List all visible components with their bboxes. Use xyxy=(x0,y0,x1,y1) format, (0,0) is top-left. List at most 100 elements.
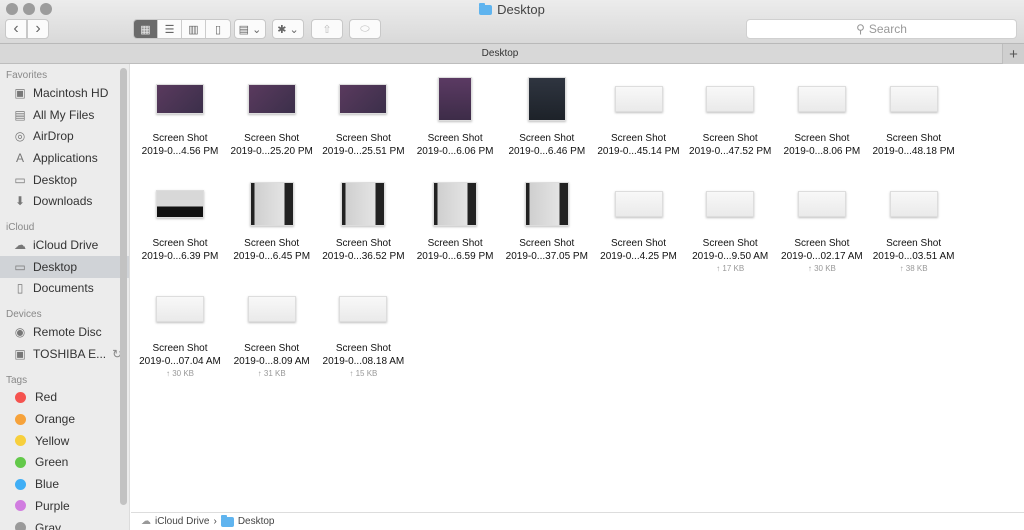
new-tab-button[interactable]: + xyxy=(1002,44,1024,64)
file-item[interactable]: Screen Shot 2019-0...6.06 PM xyxy=(409,70,501,158)
file-item[interactable]: Screen Shot 2019-0...8.09 AM ↑ 31 KB xyxy=(226,280,318,379)
file-thumbnail xyxy=(797,86,846,112)
sidebar-item-icloud-drive[interactable]: ☁ iCloud Drive xyxy=(0,234,129,256)
file-upload-size: ↑ 30 KB xyxy=(807,264,836,273)
file-item[interactable]: Screen Shot 2019-0...6.59 PM xyxy=(409,175,501,263)
forward-icon: › xyxy=(35,20,41,37)
sidebar: Favorites ▣ Macintosh HD ▤ All My Files ◎ Air… xyxy=(0,64,130,530)
sidebar-item-desktop[interactable]: ▭ Desktop xyxy=(0,169,129,191)
action-button[interactable]: ✱ ⌄ xyxy=(272,19,304,39)
tag-green[interactable]: Green xyxy=(0,452,129,474)
file-thumbnail xyxy=(341,182,386,226)
file-date: 2019-0...03.51 AM xyxy=(872,251,955,262)
tag-purple[interactable]: Purple xyxy=(0,495,129,517)
gear-icon: ✱ ⌄ xyxy=(277,23,299,36)
tag-orange[interactable]: Orange xyxy=(0,408,129,430)
sidebar-item-label: Documents xyxy=(33,281,94,296)
file-name: Screen Shot xyxy=(519,133,575,144)
file-item[interactable]: Screen Shot 2019-0...6.39 PM xyxy=(134,175,226,263)
file-item[interactable]: Screen Shot 2019-0...37.05 PM xyxy=(501,175,593,263)
file-thumbnail xyxy=(889,86,938,112)
path-item-icloud-drive[interactable]: iCloud Drive xyxy=(155,516,209,527)
tag-blue[interactable]: Blue xyxy=(0,473,129,495)
sidebar-item-label: Applications xyxy=(33,150,98,165)
file-item[interactable]: Screen Shot 2019-0...4.25 PM xyxy=(593,175,685,263)
documents-icon: ▯ xyxy=(16,281,24,296)
icon-view-button[interactable]: ▦ xyxy=(134,20,158,38)
file-item[interactable]: Screen Shot 2019-0...45.14 PM xyxy=(593,70,685,158)
tag-label: Red xyxy=(35,390,58,405)
file-date: 2019-0...6.45 PM xyxy=(233,251,311,262)
file-date: 2019-0...4.56 PM xyxy=(141,146,219,157)
desktop-icon: ▭ xyxy=(14,172,26,187)
file-name: Screen Shot xyxy=(427,133,483,144)
tab-desktop[interactable]: Desktop xyxy=(0,48,1000,59)
column-view-button[interactable]: ▥ xyxy=(182,20,206,38)
forward-button[interactable]: › xyxy=(27,19,49,39)
file-date: 2019-0...02.17 AM xyxy=(781,251,863,262)
search-input[interactable]: ⚲ Search xyxy=(746,19,1017,39)
file-thumbnail xyxy=(156,296,204,322)
file-name: Screen Shot xyxy=(335,133,391,144)
tag-gray[interactable]: Gray xyxy=(0,517,129,530)
sidebar-scrollbar[interactable] xyxy=(120,68,127,505)
sidebar-item-downloads[interactable]: ⬇ Downloads xyxy=(0,190,129,212)
file-name: Screen Shot xyxy=(244,343,300,354)
file-item[interactable]: Screen Shot 2019-0...03.51 AM ↑ 38 KB xyxy=(868,175,960,274)
file-date: 2019-0...6.06 PM xyxy=(416,146,494,157)
back-button[interactable]: ‹ xyxy=(5,19,27,39)
file-item[interactable]: Screen Shot 2019-0...47.52 PM xyxy=(684,70,776,158)
file-date: 2019-0...25.20 PM xyxy=(230,146,313,157)
file-upload-size: ↑ 15 KB xyxy=(349,369,378,378)
file-item[interactable]: Screen Shot 2019-0...07.04 AM ↑ 30 KB xyxy=(134,280,226,379)
arrange-icon: ▤ ⌄ xyxy=(238,23,262,36)
file-thumbnail xyxy=(433,182,478,226)
file-item[interactable]: Screen Shot 2019-0...02.17 AM ↑ 30 KB xyxy=(776,175,868,274)
share-button[interactable]: ⇧ xyxy=(311,19,343,39)
tag-color-dot xyxy=(15,413,26,425)
file-grid: Screen Shot 2019-0...4.56 PM Screen Shot 20… xyxy=(131,64,1024,512)
file-name: Screen Shot xyxy=(335,343,391,354)
file-item[interactable]: Screen Shot 2019-0...4.56 PM xyxy=(134,70,226,158)
sidebar-item-toshiba-e[interactable]: ▣ TOSHIBA E... ↻ xyxy=(0,343,129,365)
tag-button[interactable]: ⬭ xyxy=(349,19,381,39)
tag-yellow[interactable]: Yellow xyxy=(0,430,129,452)
file-item[interactable]: Screen Shot 2019-0...36.52 PM xyxy=(317,175,409,263)
sidebar-item-all-my-files[interactable]: ▤ All My Files xyxy=(0,104,129,126)
file-item[interactable]: Screen Shot 2019-0...6.46 PM xyxy=(501,70,593,158)
file-name: Screen Shot xyxy=(519,238,575,249)
sidebar-item-applications[interactable]: A Applications xyxy=(0,147,129,169)
file-item[interactable]: Screen Shot 2019-0...6.45 PM xyxy=(226,175,318,263)
tag-label: Yellow xyxy=(35,433,70,448)
file-item[interactable]: Screen Shot 2019-0...8.06 PM xyxy=(776,70,868,158)
file-date: 2019-0...07.04 AM xyxy=(139,356,221,367)
search-placeholder: Search xyxy=(868,22,907,36)
sidebar-item-label: AirDrop xyxy=(33,129,74,144)
tag-red[interactable]: Red xyxy=(0,387,129,409)
file-item[interactable]: Screen Shot 2019-0...25.51 PM xyxy=(317,70,409,158)
sidebar-item-desktop[interactable]: ▭ Desktop xyxy=(0,255,129,278)
back-icon: ‹ xyxy=(13,20,19,37)
file-thumbnail xyxy=(706,86,755,112)
file-thumbnail xyxy=(339,84,388,114)
file-thumbnail xyxy=(614,86,663,112)
file-name: Screen Shot xyxy=(794,238,850,249)
file-name: Screen Shot xyxy=(152,238,208,249)
file-date: 2019-0...47.52 PM xyxy=(689,146,772,157)
sidebar-item-macintosh-hd[interactable]: ▣ Macintosh HD xyxy=(0,82,129,104)
file-item[interactable]: Screen Shot 2019-0...08.18 AM ↑ 15 KB xyxy=(317,280,409,379)
file-upload-size: ↑ 30 KB xyxy=(165,369,194,378)
list-view-button[interactable]: ☰ xyxy=(158,20,182,38)
sidebar-item-documents[interactable]: ▯ Documents xyxy=(0,278,129,300)
gallery-view-button[interactable]: ▯ xyxy=(206,20,230,38)
sidebar-item-airdrop[interactable]: ◎ AirDrop xyxy=(0,125,129,147)
file-upload-size: ↑ 17 KB xyxy=(716,264,745,273)
share-icon: ⇧ xyxy=(322,23,332,36)
arrange-button[interactable]: ▤ ⌄ xyxy=(234,19,266,39)
sidebar-item-remote-disc[interactable]: ◉ Remote Disc xyxy=(0,321,129,343)
file-item[interactable]: Screen Shot 2019-0...9.50 AM ↑ 17 KB xyxy=(684,175,776,274)
file-item[interactable]: Screen Shot 2019-0...48.18 PM xyxy=(868,70,960,158)
file-date: 2019-0...6.46 PM xyxy=(508,146,586,157)
path-item-desktop[interactable]: Desktop xyxy=(238,516,275,527)
file-item[interactable]: Screen Shot 2019-0...25.20 PM xyxy=(226,70,318,158)
